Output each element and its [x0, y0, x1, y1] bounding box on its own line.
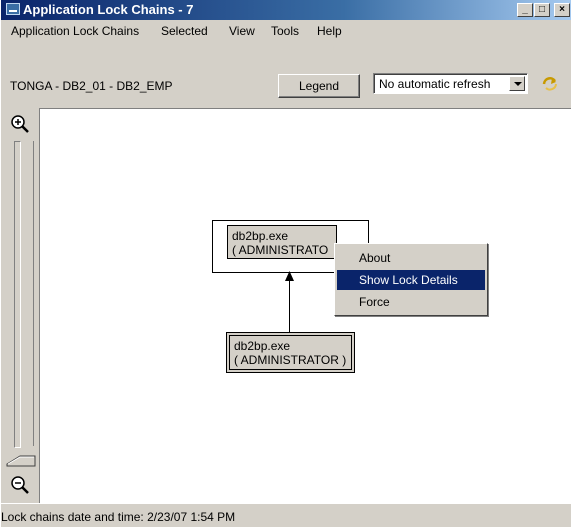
menu-item-about[interactable]: About [337, 248, 485, 268]
menu-application-lock-chains[interactable]: Application Lock Chains [11, 24, 139, 38]
zoom-slider-thumb[interactable] [6, 454, 36, 468]
node-process-name: db2bp.exe [232, 229, 289, 243]
node-user-name: ( ADMINISTRATO [232, 243, 329, 257]
menu-item-about-label: About [359, 251, 391, 265]
menu-help[interactable]: Help [317, 24, 342, 38]
legend-button[interactable]: Legend [278, 74, 360, 98]
menu-view[interactable]: View [229, 24, 255, 38]
zoom-out-icon[interactable] [10, 475, 31, 496]
lock-wait-connector [289, 279, 290, 332]
zoom-slider-track[interactable] [14, 141, 21, 448]
lock-holder-node[interactable]: db2bp.exe ( ADMINISTRATO [227, 225, 337, 259]
arrow-up-icon [285, 271, 294, 281]
legend-button-label: Legend [298, 79, 340, 93]
object-path-label: TONGA - DB2_01 - DB2_EMP [10, 79, 173, 93]
menu-item-force[interactable]: Force [337, 292, 485, 312]
menu-item-force-label: Force [359, 295, 390, 309]
lock-chain-canvas[interactable]: db2bp.exe ( ADMINISTRATO db2bp.exe ( ADM… [39, 108, 571, 503]
status-text: Lock chains date and time: 2/23/07 1:54 … [1, 510, 236, 524]
window-title: Application Lock Chains - 7 [23, 2, 194, 17]
menu-item-show-lock-details-label: Show Lock Details [359, 273, 458, 287]
maximize-button[interactable]: □ [534, 3, 550, 17]
toolbar: TONGA - DB2_01 - DB2_EMP Legend No autom… [1, 42, 571, 108]
lock-chains-app-icon[interactable] [6, 3, 20, 15]
node-process-name: db2bp.exe [234, 339, 291, 353]
zoom-in-icon[interactable] [10, 114, 31, 135]
menu-tools[interactable]: Tools [271, 24, 299, 38]
lock-waiter-node[interactable]: db2bp.exe ( ADMINISTRATOR ) [229, 335, 352, 370]
menu-selected[interactable]: Selected [161, 24, 208, 38]
node-context-menu: About Show Lock Details Force [334, 243, 488, 316]
refresh-interval-value: No automatic refresh [379, 77, 491, 91]
menu-bar: Application Lock Chains Selected View To… [1, 20, 571, 42]
minimize-button[interactable]: _ [517, 3, 533, 17]
title-bar[interactable]: Application Lock Chains - 7 _ □ × [1, 0, 571, 20]
node-user-name: ( ADMINISTRATOR ) [234, 353, 347, 367]
menu-item-show-lock-details[interactable]: Show Lock Details [337, 270, 485, 290]
application-window: Application Lock Chains - 7 _ □ × Applic… [0, 0, 571, 527]
status-bar: Lock chains date and time: 2/23/07 1:54 … [1, 503, 571, 527]
chevron-down-icon[interactable] [509, 76, 525, 91]
refresh-arrow-icon[interactable] [541, 75, 559, 93]
close-button[interactable]: × [554, 3, 570, 17]
zoom-panel [1, 108, 39, 503]
refresh-interval-select[interactable]: No automatic refresh [373, 73, 528, 94]
